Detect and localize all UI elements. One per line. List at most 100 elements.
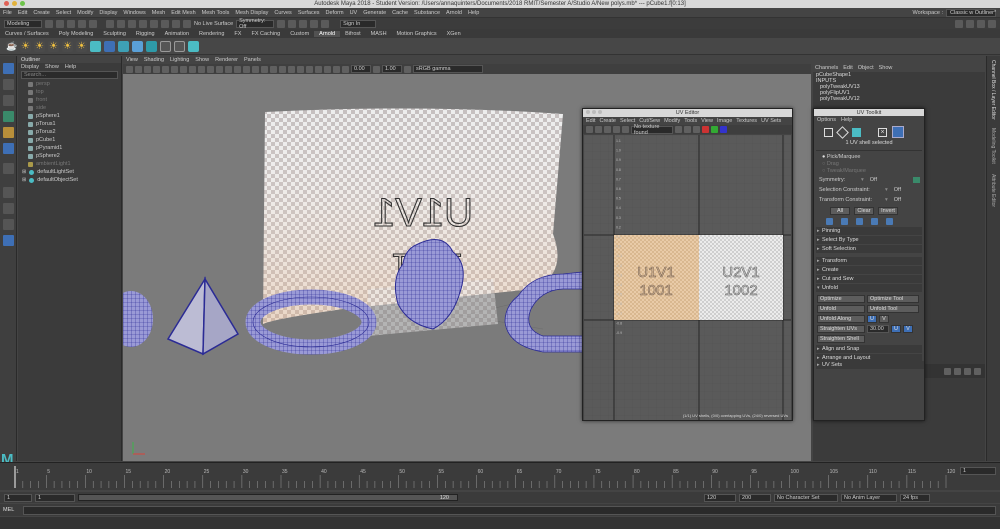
uv-shaded-icon[interactable] [595,126,602,133]
channel-menu-channels[interactable]: Channels [815,65,838,71]
optimize-button[interactable]: Optimize [817,294,865,303]
outliner-menu-display[interactable]: Display [21,64,39,70]
menu-select[interactable]: Select [53,10,74,16]
current-frame-field[interactable]: 1 [960,467,996,475]
construction-history-icon[interactable] [277,19,286,28]
menu-uv[interactable]: UV [347,10,361,16]
depth-of-field-icon[interactable] [306,65,313,73]
section-pinning[interactable]: Pinning [816,227,922,235]
redo-icon[interactable] [89,19,97,28]
tab-channel-box[interactable]: Channel Box / Layer Editor [990,60,996,120]
section-select-by-type[interactable]: Select By Type [816,236,922,244]
shelf-tab-motion-graphics[interactable]: Motion Graphics [392,31,442,37]
shelf-tab-poly[interactable]: Poly Modeling [54,31,99,37]
toggle-tool-settings-icon[interactable] [977,19,985,28]
standin-icon[interactable] [90,40,101,52]
new-layer-icon[interactable] [964,367,971,375]
character-set-dropdown[interactable]: No Character Set [774,493,838,502]
shelf-tab-mash[interactable]: MASH [366,31,392,37]
maximize-window-button[interactable] [20,1,25,6]
curve-collector-icon[interactable] [132,40,143,52]
uv-editor-maximize-button[interactable] [598,110,602,114]
menu-edit-mesh[interactable]: Edit Mesh [168,10,198,16]
menu-file[interactable]: File [0,10,15,16]
select-hierarchy-icon[interactable] [106,19,114,28]
gate-mask-icon[interactable] [189,65,196,73]
select-border-icon[interactable] [856,218,863,225]
outliner-item[interactable]: pPyramid1 [18,144,121,152]
outliner-item[interactable]: pCube1 [18,136,121,144]
shelf-tab-custom[interactable]: Custom [285,31,314,37]
menu-mesh[interactable]: Mesh [149,10,168,16]
uv-edge-mode-icon[interactable] [836,125,849,139]
image-plane-icon[interactable] [153,65,160,73]
screen-space-ao-icon[interactable] [279,65,286,73]
outliner-item[interactable]: ambientLight1 [18,160,121,168]
motion-blur-icon[interactable] [288,65,295,73]
uv-channel-green-icon[interactable] [711,126,718,133]
menu-windows[interactable]: Windows [120,10,148,16]
xray-joints-icon[interactable] [333,65,340,73]
layout-side-icon[interactable] [3,219,14,230]
shelf-tab-bifrost[interactable]: Bifrost [340,31,366,37]
channel-item-input[interactable]: polyTweakUV12 [816,96,985,102]
toggle-modeling-toolkit-icon[interactable] [955,19,963,28]
shelf-tab-fx-caching[interactable]: FX Caching [246,31,285,37]
arnold-help-icon[interactable] [188,40,199,52]
grow-selection-icon[interactable] [826,218,833,225]
uv-menu-textures[interactable]: Textures [736,118,757,124]
section-align-and-snap[interactable]: Align and Snap [816,345,922,353]
selection-constraint-arrow[interactable]: ▾ [885,187,888,193]
outliner-item[interactable]: ⊞ defaultLightSet [18,168,121,176]
flush-cache-icon[interactable] [160,40,171,52]
straighten-uvs-button[interactable]: Straighten UVs [817,324,865,333]
unfold-along-u-button[interactable]: U [867,314,877,323]
straighten-shell-button[interactable]: Straighten Shell [817,334,865,343]
shelf-tab-animation[interactable]: Animation [160,31,194,37]
use-all-lights-icon[interactable] [261,65,268,73]
uv-image-icon[interactable] [675,126,682,133]
section-soft-selection[interactable]: Soft Selection [816,245,922,253]
anim-layer-dropdown[interactable]: No Anim Layer [841,493,897,502]
new-layer-selected-icon[interactable] [974,367,981,375]
arnold-shader-icon[interactable] [146,40,157,52]
outliner-item[interactable]: pTorus1 [18,120,121,128]
shelf-tab-rendering[interactable]: Rendering [194,31,229,37]
uv-grid-area[interactable]: U1V1 1001 U2V1 1002 1.1 1.0 0.9 0.8 0.7 0.6 0.… [584,135,791,420]
outliner-menu-help[interactable]: Help [65,64,76,70]
minimize-window-button[interactable] [12,1,17,6]
shadows-icon[interactable] [270,65,277,73]
field-chart-icon[interactable] [198,65,205,73]
color-management-icon[interactable] [404,65,411,73]
symmetry-value[interactable]: Off [870,177,877,183]
xray-icon[interactable] [324,65,331,73]
unfold-button[interactable]: Unfold [817,304,865,313]
radio-tweak-marquee[interactable]: ○ [822,168,825,174]
radio-drag[interactable]: ○ [822,161,825,167]
rotate-tool-icon[interactable] [3,127,14,138]
toggle-attribute-editor-icon[interactable] [966,19,974,28]
shelf-tab-curves[interactable]: Curves / Surfaces [0,31,54,37]
menu-modify[interactable]: Modify [74,10,96,16]
exposure-field[interactable]: 0.00 [351,65,371,73]
toolkit-menu-options[interactable]: Options [817,117,836,123]
menu-help[interactable]: Help [465,10,482,16]
section-unfold[interactable]: Unfold [816,284,922,292]
section-uv-sets[interactable]: UV Sets [816,361,924,369]
layer-down-icon[interactable] [954,367,961,375]
range-slider-bar[interactable]: 120 [78,494,458,501]
section-transform[interactable]: Transform [816,257,922,265]
menu-edit[interactable]: Edit [15,10,30,16]
menu-arnold[interactable]: Arnold [443,10,465,16]
render-frame-icon[interactable] [288,19,297,28]
uv-channel-red-icon[interactable] [702,126,709,133]
straighten-u-button[interactable]: U [891,324,901,333]
selection-constraint-value[interactable]: Off [894,187,901,193]
texture-dropdown[interactable]: No texture found [631,124,673,136]
colorspace-dropdown[interactable]: sRGB gamma [413,65,483,73]
volume-icon[interactable] [104,40,115,52]
unfold-along-button[interactable]: Unfold Along [817,314,865,323]
textured-icon[interactable] [252,65,259,73]
snap-view-icon[interactable] [172,19,180,28]
uv-shell-mode-icon[interactable] [824,127,833,137]
